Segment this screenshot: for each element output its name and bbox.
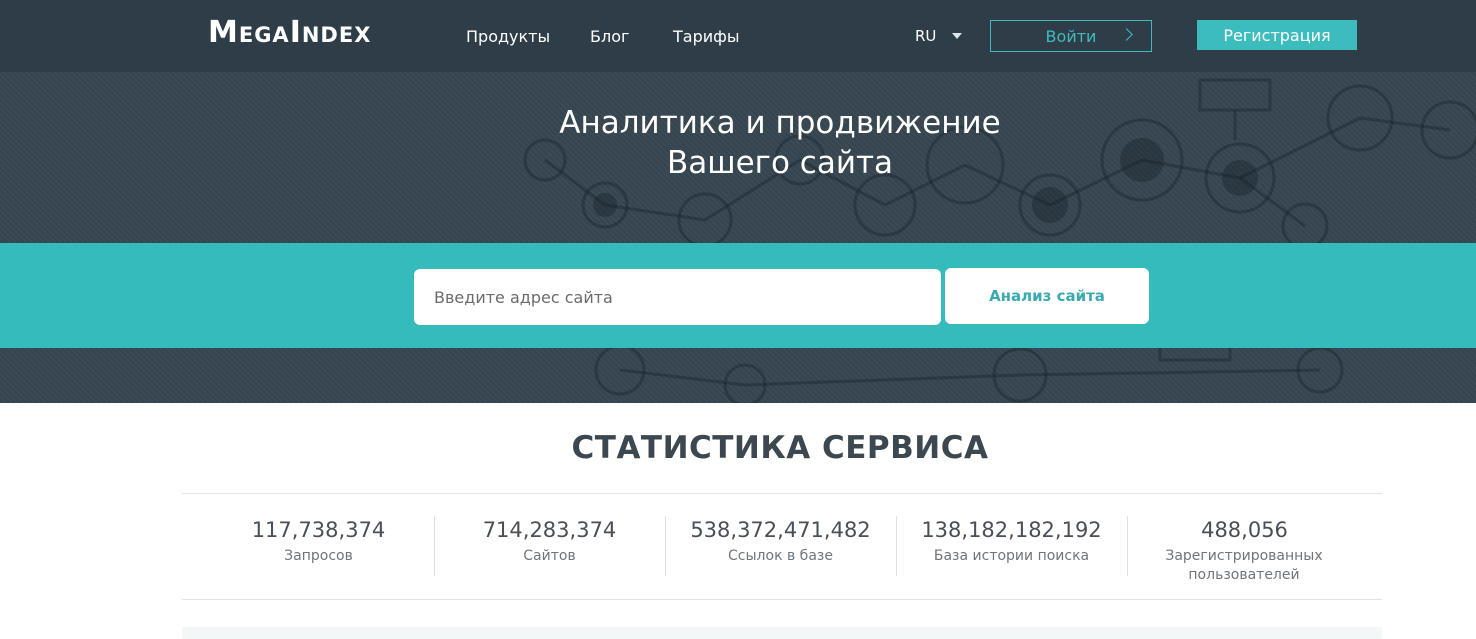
nav-link-blog[interactable]: Блог <box>590 27 629 47</box>
nav-link-products[interactable]: Продукты <box>466 27 550 47</box>
stat-label: Запросов <box>284 548 353 564</box>
login-button-label: Войти <box>1045 26 1097 46</box>
stat-divider <box>1127 516 1128 576</box>
stat-label: Зарегистрированных пользователей <box>1165 548 1323 583</box>
stat-item-search-history: 138,182,182,192 База истории поиска <box>896 516 1127 566</box>
site-url-input[interactable] <box>414 269 941 325</box>
stat-label: Ссылок в базе <box>728 548 833 564</box>
stat-value: 117,738,374 <box>251 518 386 542</box>
nav-link-pricing[interactable]: Тарифы <box>673 27 739 47</box>
stat-item-links: 538,372,471,482 Ссылок в базе <box>665 516 896 566</box>
language-selector[interactable]: RU <box>915 26 936 46</box>
stat-value: 138,182,182,192 <box>921 518 1102 542</box>
chevron-down-icon[interactable] <box>952 33 962 39</box>
hero-title-line2: Вашего сайта <box>666 145 894 181</box>
register-button[interactable]: Регистрация <box>1197 20 1357 50</box>
stat-value: 714,283,374 <box>482 518 617 542</box>
next-section-container <box>182 627 1382 639</box>
top-navigation-bar: MegaIndex Продукты Блог Тарифы RU Войти … <box>0 0 1476 72</box>
hero-title: Аналитика и продвижение Вашего сайта <box>480 103 1080 183</box>
stat-item-registered-users: 488,056 Зарегистрированных пользователей <box>1129 516 1360 585</box>
stats-title: СТАТИСТИКА СЕРВИСА <box>571 430 989 466</box>
stat-value: 488,056 <box>1201 518 1288 542</box>
register-button-label: Регистрация <box>1223 25 1331 45</box>
stat-item-queries: 117,738,374 Запросов <box>203 516 434 566</box>
stat-value: 538,372,471,482 <box>690 518 871 542</box>
stat-item-sites: 714,283,374 Сайтов <box>434 516 665 566</box>
stats-top-divider <box>182 493 1382 494</box>
hero-title-line1: Аналитика и продвижение <box>559 105 1001 141</box>
stat-label: Сайтов <box>523 548 576 564</box>
megaindex-logo[interactable]: MegaIndex <box>208 16 371 50</box>
stat-label: База истории поиска <box>933 548 1090 564</box>
stats-bottom-divider <box>182 599 1382 600</box>
analyze-site-button[interactable]: Анализ сайта <box>945 268 1149 324</box>
analyze-site-button-label: Анализ сайта <box>989 287 1105 305</box>
